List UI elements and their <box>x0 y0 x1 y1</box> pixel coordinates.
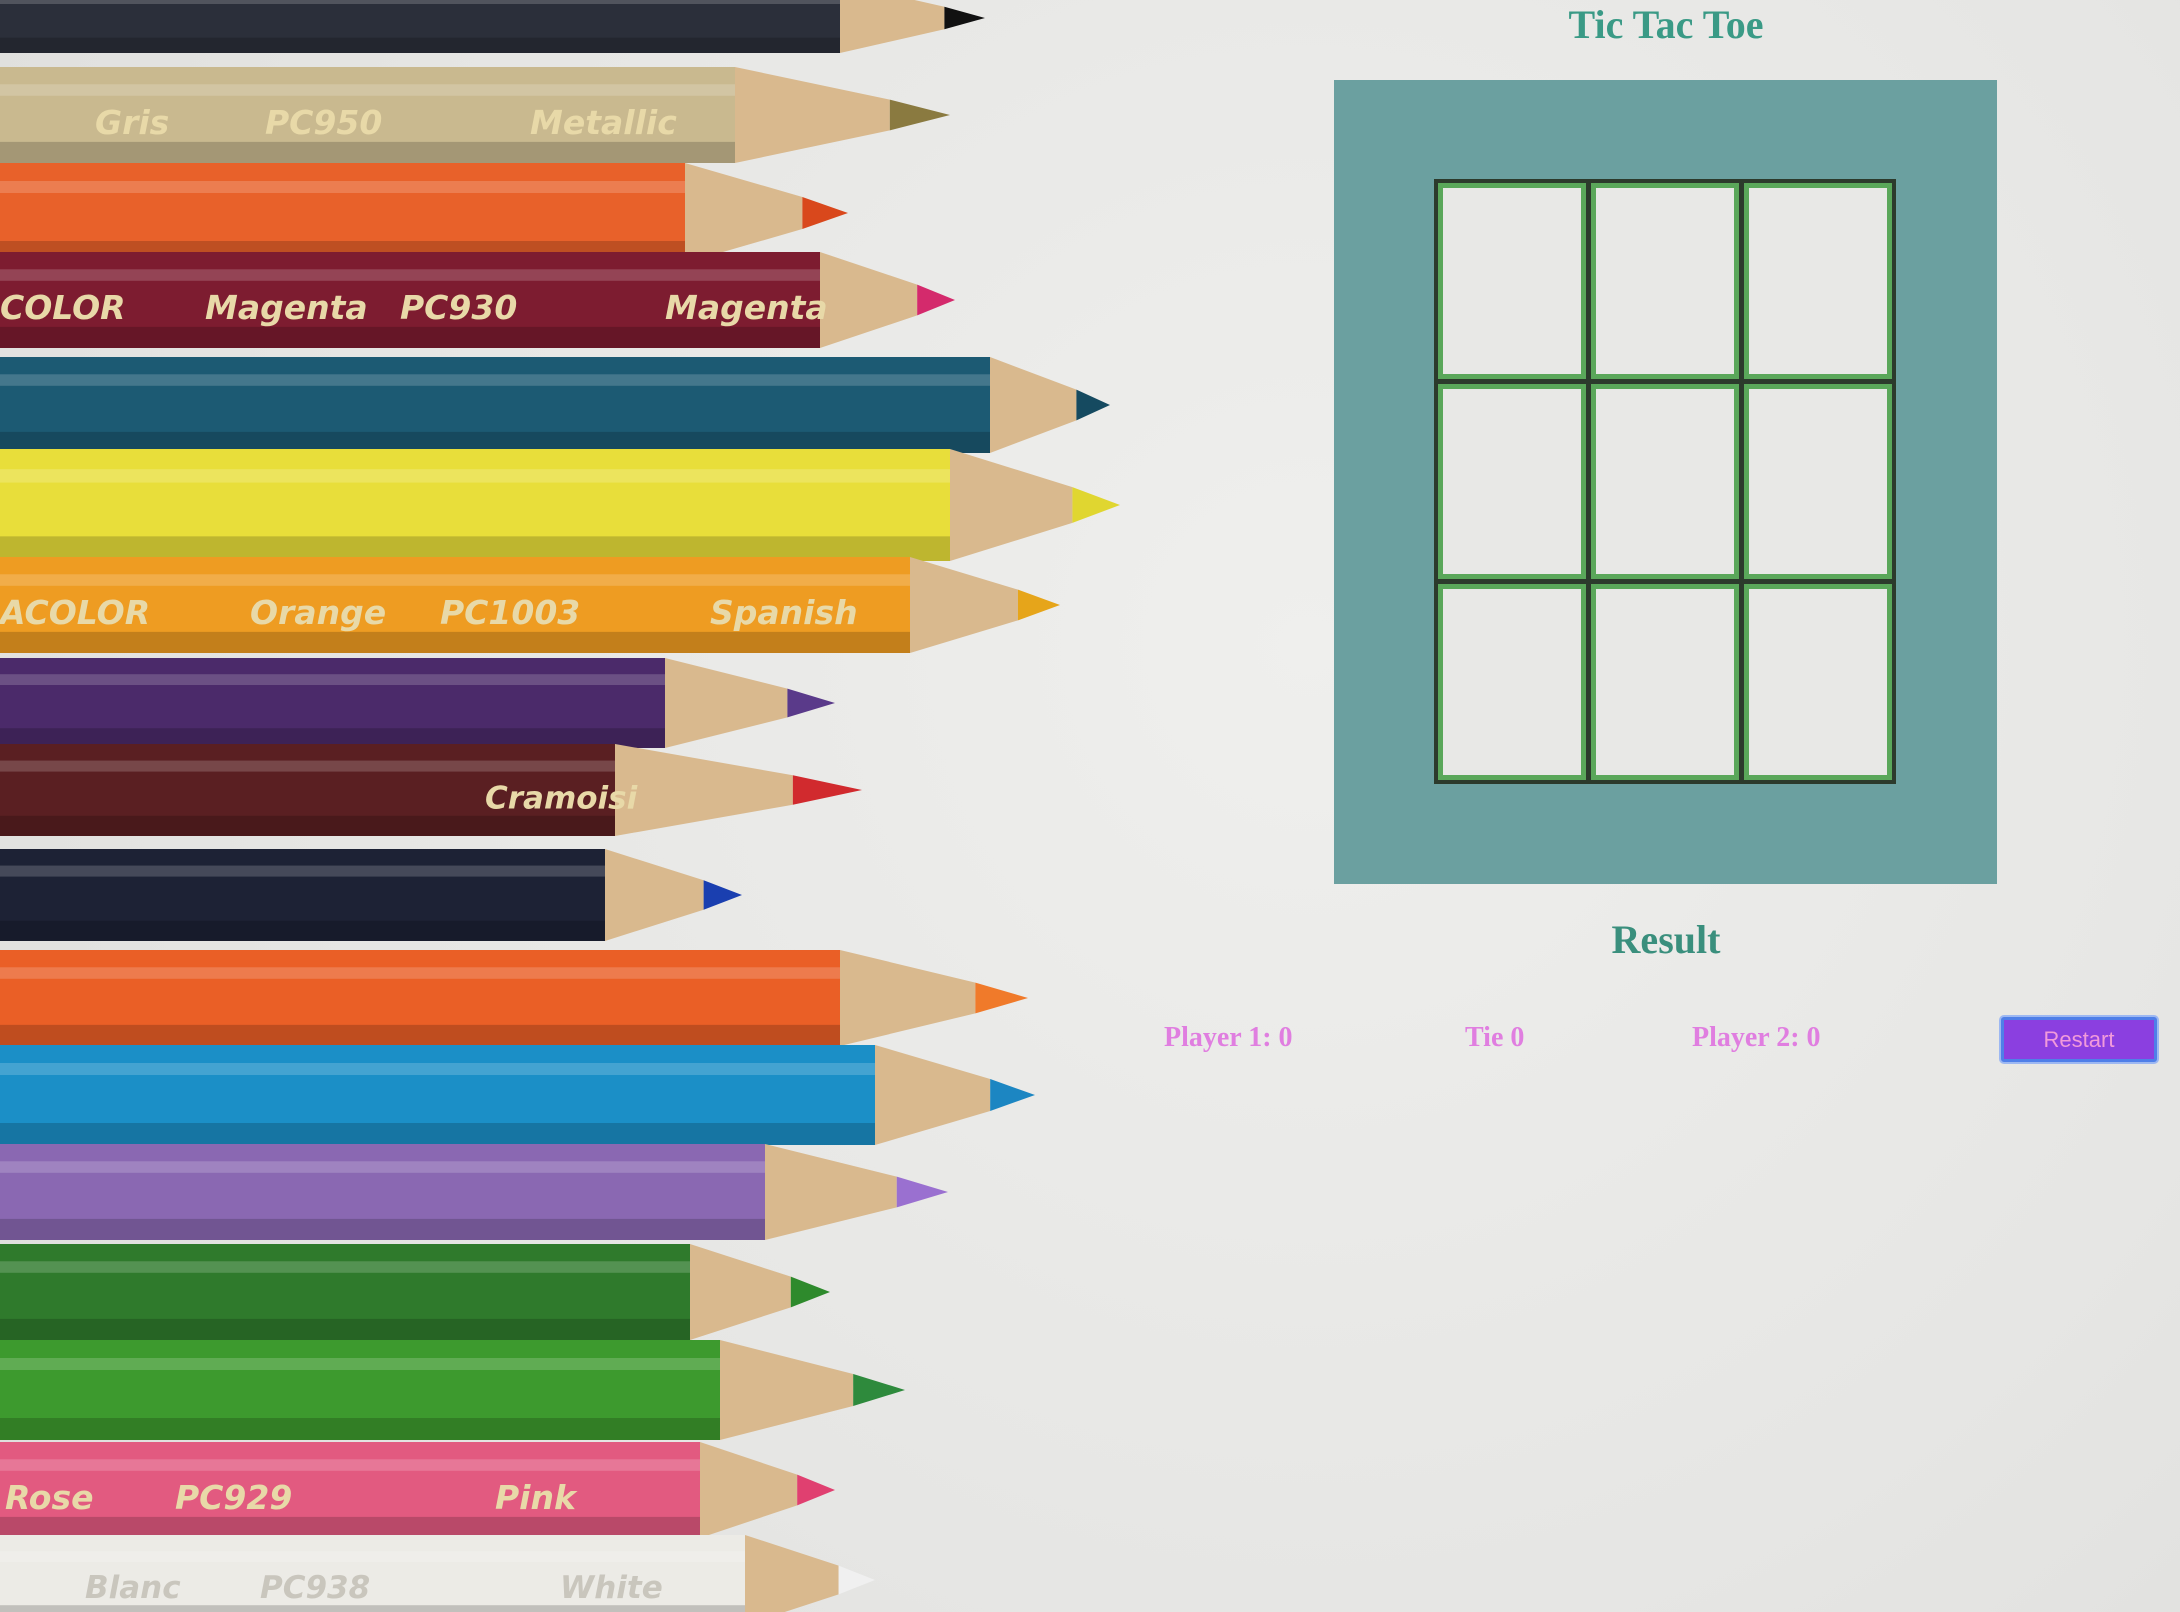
board-cell-4[interactable] <box>1437 382 1587 581</box>
board-cell-8[interactable] <box>1590 583 1740 781</box>
pencil-label: Magenta <box>205 288 368 327</box>
pencil-label: Blanc <box>85 1570 181 1606</box>
pencil-label: Metallic <box>530 103 677 142</box>
pencil <box>0 1144 948 1240</box>
pencil: Cramoisi <box>0 744 862 836</box>
pencil <box>0 658 835 748</box>
pencil-label: PC930 <box>400 288 517 327</box>
pencil <box>0 357 1110 453</box>
pencil <box>0 0 985 53</box>
pencil-label: PC929 <box>175 1478 292 1517</box>
pencil-label: Orange <box>250 593 386 632</box>
pencil-label: COLOR <box>0 288 126 327</box>
board-cell-6[interactable] <box>1743 382 1893 581</box>
pencil-label: Cramoisi <box>485 780 638 816</box>
pencil: Gris PC950 Metallic <box>0 67 950 163</box>
pencil-label: Rose <box>5 1478 93 1517</box>
pencil-label: Pink <box>495 1478 578 1517</box>
pencil: Rose PC929 Pink <box>0 1442 835 1538</box>
pencil <box>0 849 742 941</box>
pencil <box>0 1244 830 1340</box>
pencil <box>0 1340 905 1440</box>
pencil <box>0 950 1028 1046</box>
pencil: COLOR Magenta PC930 Magenta <box>0 252 955 348</box>
pencil-label: White <box>560 1570 663 1606</box>
pencil <box>0 163 848 263</box>
pencil-label: Magenta <box>665 288 828 327</box>
board-cell-5[interactable] <box>1590 382 1740 581</box>
pencil-label: PC950 <box>265 103 382 142</box>
pencil: ACOLOR Orange PC1003 Spanish <box>0 557 1060 653</box>
pencil-label: PC938 <box>260 1570 370 1606</box>
pencil-label: PC1003 <box>440 593 580 632</box>
board-cell-1[interactable] <box>1437 182 1587 380</box>
board-cell-2[interactable] <box>1590 182 1740 380</box>
board-cell-7[interactable] <box>1437 583 1587 781</box>
game-title: Tic Tac Toe <box>1568 2 1764 47</box>
pencil <box>0 1045 1035 1145</box>
board-panel <box>1334 80 1997 884</box>
board-cell-3[interactable] <box>1743 182 1893 380</box>
tie-score: Tie 0 <box>1465 1022 1525 1053</box>
player1-score: Player 1: 0 <box>1164 1022 1293 1053</box>
pencil: Blanc PC938 White <box>0 1535 875 1612</box>
restart-button[interactable]: Restart <box>2001 1017 2157 1062</box>
pencil-label: Gris <box>95 103 169 142</box>
player2-score: Player 2: 0 <box>1692 1022 1821 1053</box>
pencil-label: ACOLOR <box>0 593 150 632</box>
pencil-label: Spanish <box>710 593 858 632</box>
game-board <box>1434 179 1896 784</box>
background-pencils-image: Gris PC950 Metallic COLOR Magenta PC930 Magent… <box>0 0 1120 1612</box>
pencil <box>0 449 1120 561</box>
board-cell-9[interactable] <box>1743 583 1893 781</box>
result-heading: Result <box>1611 917 1721 962</box>
